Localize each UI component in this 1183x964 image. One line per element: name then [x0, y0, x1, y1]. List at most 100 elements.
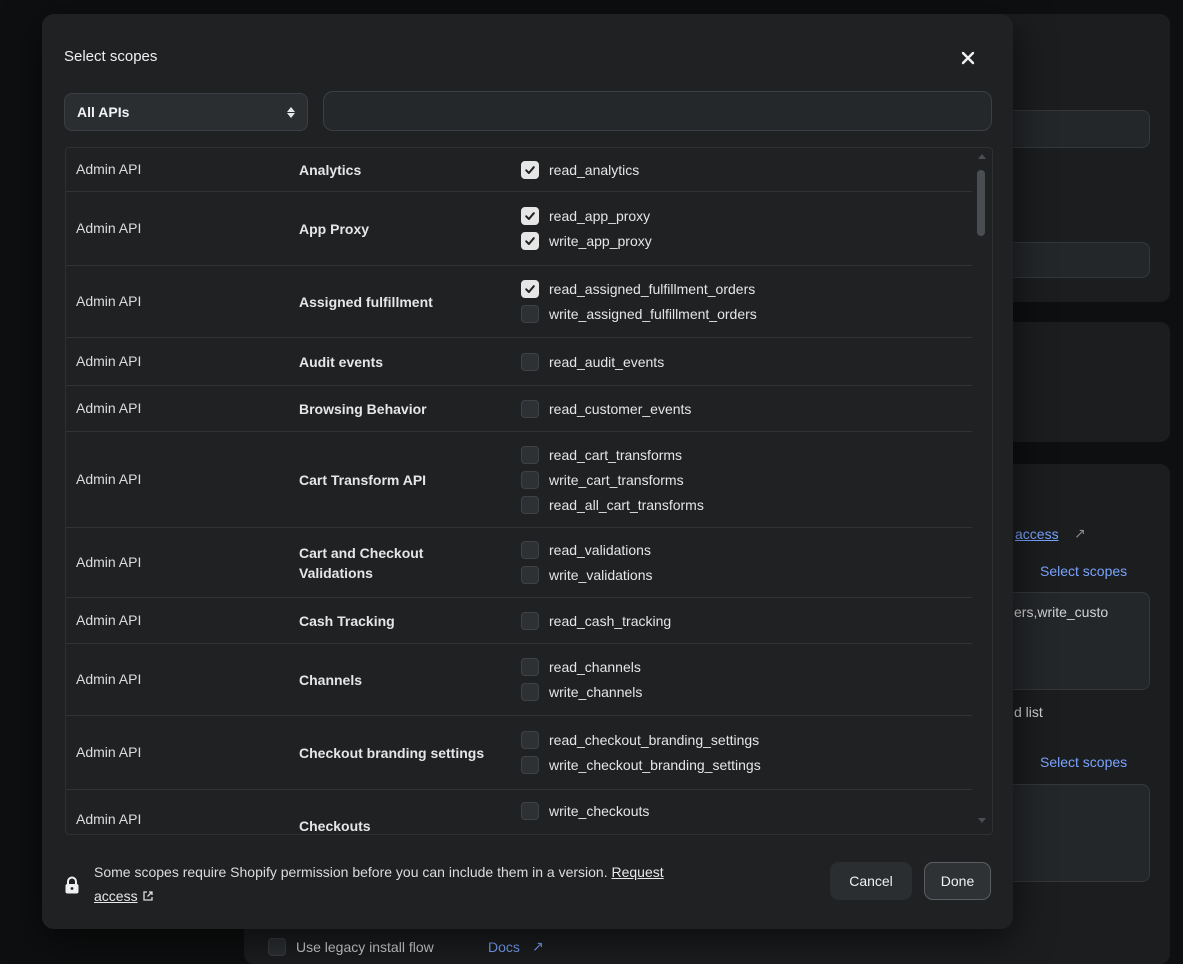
close-button[interactable]: [954, 44, 982, 72]
scope-option[interactable]: write_assigned_fulfillment_orders: [521, 305, 757, 323]
scope-name: read_all_cart_transforms: [549, 497, 704, 513]
scope-checkbox[interactable]: [521, 566, 539, 584]
scope-option[interactable]: read_assigned_fulfillment_orders: [521, 280, 755, 298]
close-icon: [961, 51, 975, 65]
scope-checkbox[interactable]: [521, 683, 539, 701]
scope-option[interactable]: write_validations: [521, 566, 653, 584]
scopes-list: Admin API Analytics read_analytics Admin AP…: [65, 147, 993, 835]
scroll-up-icon[interactable]: [978, 154, 986, 159]
row-group-label: Cash Tracking: [299, 613, 395, 629]
row-group-label: Cart Transform API: [299, 472, 427, 488]
scope-name: read_cash_tracking: [549, 613, 672, 629]
lock-icon: [65, 876, 79, 894]
scope-checkbox[interactable]: [521, 756, 539, 774]
scope-checkbox[interactable]: [521, 353, 539, 371]
scope-checkbox[interactable]: [521, 658, 539, 676]
scope-name: write_assigned_fulfillment_orders: [549, 306, 757, 322]
scope-checkbox[interactable]: [521, 161, 539, 179]
scope-row: Admin API Cart Transform API read_cart_tra…: [66, 432, 972, 528]
row-group-label: Assigned fulfillment: [299, 294, 433, 310]
select-scopes-modal: Select scopes All APIs Admin API Analytic…: [42, 14, 1013, 929]
row-group-label: Checkout branding settings: [299, 745, 485, 761]
row-api-label: Admin API: [76, 400, 142, 416]
bg-legacy-checkbox[interactable]: [268, 938, 286, 956]
scope-option[interactable]: write_checkouts: [521, 802, 649, 820]
checkmark-icon: [525, 285, 535, 293]
scope-option[interactable]: read_cart_transforms: [521, 446, 682, 464]
scope-row: Admin API Audit events read_audit_events: [66, 338, 972, 386]
scope-option[interactable]: write_checkout_branding_settings: [521, 756, 761, 774]
scope-option[interactable]: read_analytics: [521, 161, 639, 179]
scope-option[interactable]: read_checkout_branding_settings: [521, 731, 759, 749]
permission-notice: Some scopes require Shopify permission b…: [94, 860, 814, 908]
scope-checkbox[interactable]: [521, 612, 539, 630]
bg-list-text: d list: [1014, 704, 1043, 720]
bg-input-1[interactable]: [990, 110, 1150, 148]
row-api-label: Admin API: [76, 612, 142, 628]
done-button[interactable]: Done: [924, 862, 991, 900]
scope-row: Admin API Cart and Checkout Validations re…: [66, 528, 972, 598]
scope-row: Admin API Analytics read_analytics: [66, 148, 972, 192]
scope-option[interactable]: read_audit_events: [521, 353, 664, 371]
row-group-label: App Proxy: [299, 221, 370, 237]
bg-select-scopes-link-2[interactable]: Select scopes: [1040, 754, 1127, 770]
scope-name: read_assigned_fulfillment_orders: [549, 281, 756, 297]
scope-option[interactable]: read_channels: [521, 658, 641, 676]
scope-checkbox[interactable]: [521, 496, 539, 514]
bg-input-2[interactable]: [990, 242, 1150, 278]
modal-title: Select scopes: [64, 48, 158, 65]
scope-checkbox[interactable]: [521, 446, 539, 464]
row-api-label: Admin API: [76, 293, 142, 309]
bg-docs-ext-icon: ↗: [532, 938, 544, 954]
scope-checkbox[interactable]: [521, 207, 539, 225]
row-group-label: Audit events: [299, 354, 384, 370]
bg-select-scopes-link-1[interactable]: Select scopes: [1040, 563, 1127, 579]
scopes-scrollbar[interactable]: [974, 148, 992, 834]
scope-row: Admin API App Proxy read_app_proxy write_ap…: [66, 192, 972, 266]
scope-checkbox[interactable]: [521, 541, 539, 559]
bg-scopes-text: ers,write_custo: [1014, 604, 1109, 620]
scope-option[interactable]: write_cart_transforms: [521, 471, 684, 489]
scope-checkbox[interactable]: [521, 731, 539, 749]
api-filter-select[interactable]: All APIs: [64, 93, 308, 131]
scope-name: read_analytics: [549, 162, 640, 178]
scroll-thumb[interactable]: [977, 170, 985, 236]
checkmark-icon: [525, 212, 535, 220]
bg-access-link[interactable]: access: [1015, 526, 1059, 542]
scope-name: write_checkouts: [549, 803, 650, 819]
row-group-label: Checkouts: [299, 818, 371, 834]
scope-name: read_audit_events: [549, 354, 665, 370]
bg-scopes-textarea-2[interactable]: [990, 784, 1150, 882]
scroll-down-icon[interactable]: [978, 818, 986, 823]
scope-option[interactable]: read_validations: [521, 541, 651, 559]
scope-row: Admin API Cash Tracking read_cash_tracking: [66, 598, 972, 644]
scope-checkbox[interactable]: [521, 400, 539, 418]
scope-checkbox[interactable]: [521, 232, 539, 250]
scope-checkbox[interactable]: [521, 802, 539, 820]
checkmark-icon: [525, 237, 535, 245]
row-api-label: Admin API: [76, 220, 142, 236]
scope-option[interactable]: read_all_cart_transforms: [521, 496, 704, 514]
checkmark-icon: [525, 166, 535, 174]
bg-docs-link[interactable]: Docs: [488, 939, 520, 955]
scope-option[interactable]: read_cash_tracking: [521, 612, 671, 630]
bg-access-ext-icon: ↗: [1074, 525, 1086, 541]
scope-search-input[interactable]: [323, 91, 992, 131]
scope-option[interactable]: read_customer_events: [521, 400, 691, 418]
scope-row: Admin API Channels read_channels write_chan…: [66, 644, 972, 716]
scope-checkbox[interactable]: [521, 280, 539, 298]
scope-name: write_checkout_branding_settings: [549, 757, 761, 773]
scope-checkbox[interactable]: [521, 471, 539, 489]
cancel-button[interactable]: Cancel: [830, 862, 912, 900]
bg-legacy-label: Use legacy install flow: [296, 939, 434, 955]
scope-name: read_cart_transforms: [549, 447, 683, 463]
row-api-label: Admin API: [76, 471, 142, 487]
scope-checkbox[interactable]: [521, 305, 539, 323]
scope-option[interactable]: write_app_proxy: [521, 232, 652, 250]
scope-name: read_channels: [549, 659, 641, 675]
scope-row: Admin API Checkout branding settings read_…: [66, 716, 972, 790]
scope-name: write_cart_transforms: [549, 472, 684, 488]
scope-option[interactable]: read_app_proxy: [521, 207, 650, 225]
scope-name: read_customer_events: [549, 401, 692, 417]
scope-option[interactable]: write_channels: [521, 683, 642, 701]
